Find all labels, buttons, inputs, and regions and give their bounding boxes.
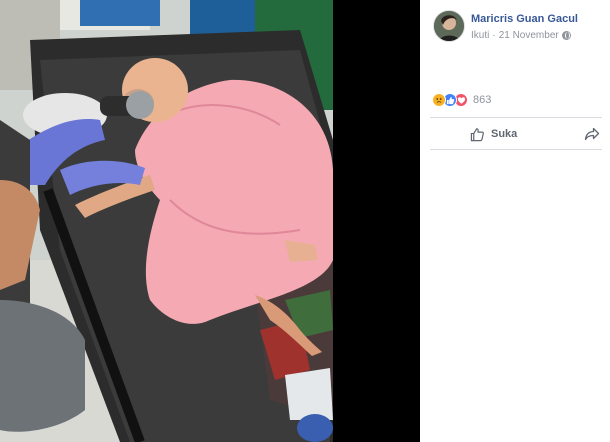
post-photo[interactable]	[0, 0, 333, 442]
share-arrow-icon[interactable]	[584, 126, 600, 142]
globe-icon	[561, 31, 571, 40]
author-name[interactable]: Maricris Guan Gacul	[471, 13, 578, 25]
photo-illustration	[0, 0, 333, 442]
sad-reaction-icon	[432, 93, 446, 107]
like-button-label: Suka	[491, 128, 518, 140]
photo-viewer[interactable]	[0, 0, 420, 442]
viewer-backdrop	[333, 0, 420, 442]
post-actions-bar: Suka	[430, 118, 602, 150]
post-date[interactable]: 21 November	[499, 30, 559, 41]
avatar-image	[434, 11, 464, 41]
meta-separator: ·	[492, 30, 496, 41]
reaction-summary[interactable]: 863	[432, 93, 491, 107]
actions-bottom-divider	[430, 149, 602, 150]
author-avatar[interactable]	[433, 10, 465, 42]
like-button[interactable]: Suka	[470, 127, 517, 142]
post-side-panel: Maricris Guan Gacul Ikuti · 21 November …	[420, 0, 610, 442]
thumbs-up-icon	[470, 127, 484, 141]
reaction-count: 863	[473, 94, 492, 106]
follow-link[interactable]: Ikuti	[471, 30, 489, 41]
post-meta: Ikuti · 21 November	[471, 30, 571, 41]
